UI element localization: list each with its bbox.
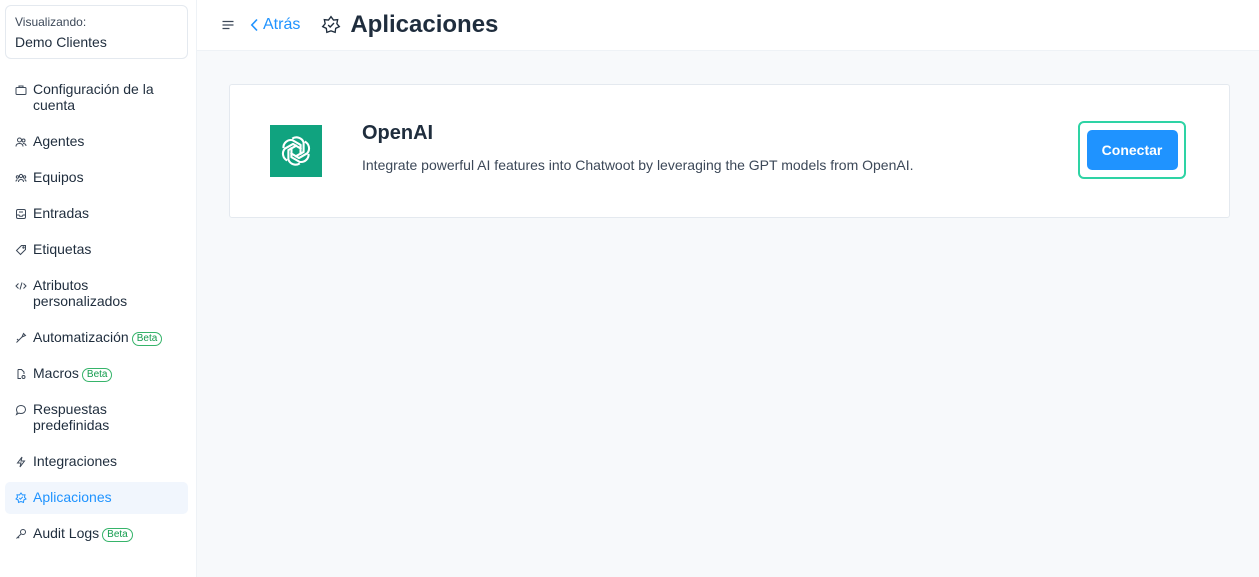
menu-icon[interactable]: [222, 18, 236, 32]
connect-button-focus-ring: Conectar: [1078, 121, 1186, 179]
sidebar-item-label: Integraciones: [33, 453, 118, 469]
settings-nav: Configuración de la cuenta Agentes Equip…: [5, 74, 188, 554]
sidebar-item-label: Aplicaciones: [33, 489, 112, 505]
sidebar-item-label: Atributos personalizados: [33, 277, 128, 309]
app-card: OpenAI Integrate powerful AI features in…: [229, 84, 1230, 218]
sidebar-item-integrations[interactable]: Integraciones: [5, 446, 188, 478]
sidebar-item-label: Respuestas predefinidas: [33, 401, 110, 433]
page-title: Aplicaciones: [350, 11, 499, 38]
account-switcher[interactable]: Visualizando: Demo Clientes: [5, 5, 188, 59]
sidebar-item-account-settings[interactable]: Configuración de la cuenta: [5, 74, 188, 122]
sidebar-item-label: Equipos: [33, 169, 84, 185]
back-button[interactable]: Atrás: [250, 16, 300, 34]
app-root: Visualizando: Demo Clientes Configuració…: [0, 0, 1259, 577]
app-description: Integrate powerful AI features into Chat…: [362, 157, 914, 173]
sidebar-item-automation[interactable]: Automatización Beta: [5, 322, 188, 354]
automation-icon: [14, 330, 28, 346]
sidebar-item-teams[interactable]: Equipos: [5, 162, 188, 194]
page-header: Atrás Aplicaciones: [197, 0, 1259, 51]
code-icon: [14, 278, 28, 294]
team-icon: [14, 170, 28, 186]
app-name: OpenAI: [362, 122, 434, 144]
main-content: OpenAI Integrate powerful AI features in…: [197, 51, 1259, 577]
inbox-icon: [14, 206, 28, 222]
openai-logo: [270, 125, 322, 177]
sidebar-item-macros[interactable]: Macros Beta: [5, 358, 188, 390]
sidebar-item-label: Macros Beta: [33, 363, 113, 382]
people-icon: [14, 134, 28, 150]
beta-badge: Beta: [81, 368, 113, 382]
account-name: Demo Clientes: [15, 34, 107, 50]
sidebar-item-applications[interactable]: Aplicaciones: [5, 482, 188, 514]
key-icon: [14, 526, 28, 542]
sidebar-item-label: Etiquetas: [33, 241, 92, 257]
sidebar-item-inboxes[interactable]: Entradas: [5, 198, 188, 230]
briefcase-icon: [14, 82, 28, 98]
flash-icon: [14, 454, 28, 470]
settings-sidebar: Visualizando: Demo Clientes Configuració…: [0, 0, 197, 577]
sidebar-item-label: Entradas: [33, 205, 90, 221]
chat-bubble-icon: [14, 402, 28, 418]
sidebar-item-audit-logs[interactable]: Audit Logs Beta: [5, 518, 188, 550]
beta-badge: Beta: [131, 332, 163, 346]
sidebar-item-label: Agentes: [33, 133, 85, 149]
sidebar-item-canned-responses[interactable]: Respuestas predefinidas: [5, 394, 188, 442]
macro-icon: [14, 366, 28, 382]
beta-badge: Beta: [102, 528, 133, 542]
back-label: Atrás: [263, 16, 301, 33]
connect-button[interactable]: Conectar: [1086, 130, 1178, 170]
sidebar-item-label: Audit Logs Beta: [33, 523, 133, 542]
chevron-left-icon: [250, 18, 258, 32]
sidebar-item-labels[interactable]: Etiquetas: [5, 234, 188, 266]
star-badge-icon: [321, 15, 341, 35]
star-badge-icon: [14, 490, 28, 506]
sidebar-item-custom-attributes[interactable]: Atributos personalizados: [5, 270, 188, 318]
tag-icon: [14, 242, 28, 258]
sidebar-item-label: Configuración de la cuenta: [33, 81, 154, 113]
account-label: Visualizando:: [15, 15, 87, 29]
sidebar-item-label: Automatización Beta: [33, 327, 163, 346]
sidebar-item-agents[interactable]: Agentes: [5, 126, 188, 158]
